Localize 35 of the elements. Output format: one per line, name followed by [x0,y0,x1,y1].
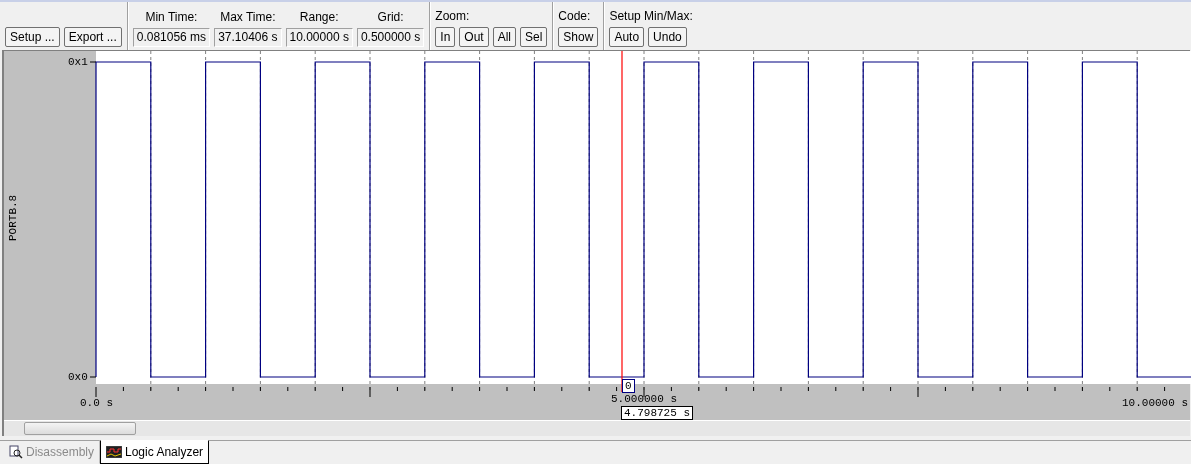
value-field: 37.10406 s [214,28,282,47]
field-label: Max Time: [220,10,276,24]
axis-label: 5.000000 s [611,393,677,405]
axis-label: 10.00000 s [1122,397,1188,409]
group-label: Setup Min/Max: [609,9,693,23]
magnifier-document-icon [9,445,23,459]
toolbar-button[interactable]: In [435,27,456,47]
group-label: Zoom: [435,9,471,23]
value-field: 0.081056 ms [132,28,211,47]
scroll-thumb[interactable] [24,422,136,435]
group-label: Code: [558,9,592,23]
toolbar-button[interactable]: Undo [648,27,687,47]
axis-label: 0.0 s [80,397,113,409]
field-label: Min Time: [145,10,198,24]
field-label: Range: [299,10,339,24]
cursor-time: 4.798725 s [621,406,693,420]
tick-mark [89,61,97,63]
toolbar-button[interactable]: Setup ... [5,27,60,47]
toolbar-button[interactable]: Export ... [63,27,122,47]
toolbar-button[interactable]: Auto [609,27,645,47]
axis-label: 0x1 [68,56,88,68]
panel-tab[interactable]: Logic Analyzer [100,440,210,464]
toolbar-button[interactable]: All [492,27,516,47]
value-field: 0.500000 s [356,28,425,47]
toolbar-button[interactable]: Out [459,27,489,47]
value-field: 10.00000 s [285,28,353,47]
cursor-value: 0 [622,379,635,393]
toolbar-button[interactable]: Sel [520,27,548,47]
toolbar-button[interactable]: Show [558,27,599,47]
axis-label: 0x0 [68,371,88,383]
waveform-icon [106,446,122,458]
horizontal-scrollbar[interactable] [4,420,1190,436]
signal-name: PORTB.8 [7,194,19,241]
field-label: Grid: [377,10,404,24]
tick-mark [89,376,97,378]
